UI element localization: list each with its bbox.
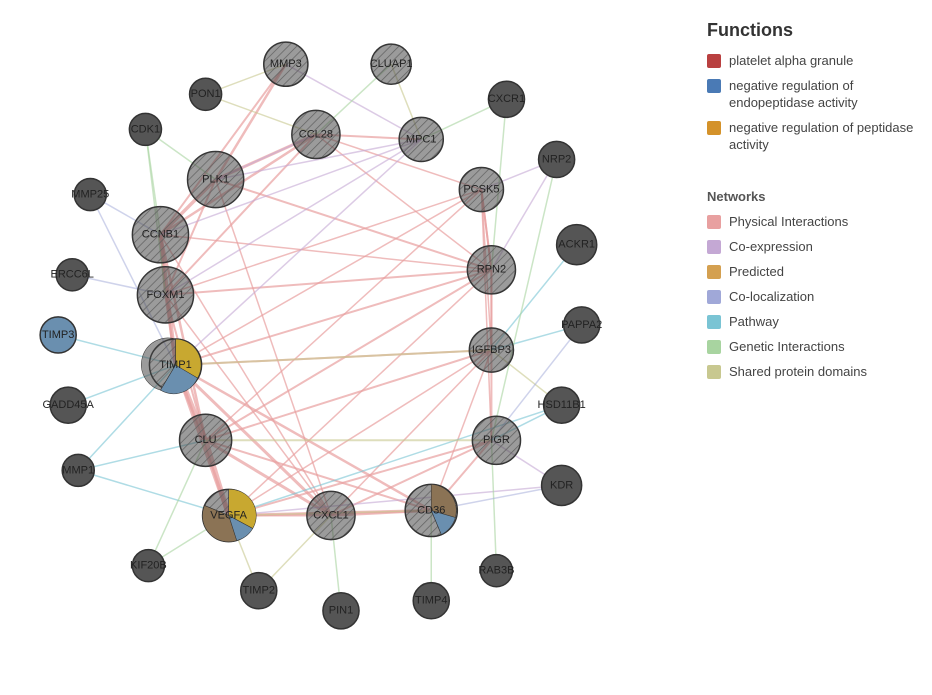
label-FOXM1: FOXM1 bbox=[147, 289, 185, 301]
label-CXCL1: CXCL1 bbox=[313, 509, 349, 521]
networks-title: Networks bbox=[707, 189, 917, 204]
label-CLU: CLU bbox=[195, 434, 217, 446]
label-RPN2: RPN2 bbox=[477, 264, 506, 276]
node-TIMP1[interactable]: TIMP1 bbox=[141, 338, 201, 394]
legend-color-pathway bbox=[707, 315, 721, 329]
label-TIMP1: TIMP1 bbox=[159, 359, 191, 371]
functions-title: Functions bbox=[707, 20, 917, 41]
legend-label-genetic: Genetic Interactions bbox=[729, 339, 845, 356]
legend-color-domains bbox=[707, 365, 721, 379]
legend-item-genetic: Genetic Interactions bbox=[707, 339, 917, 356]
legend-color-platelet bbox=[707, 54, 721, 68]
label-MMP3: MMP3 bbox=[270, 58, 302, 70]
network-area: PON1 CDK1 MMP25 ERCC6L TIMP3 GADD45A MMP… bbox=[0, 0, 692, 690]
legend-label-physical: Physical Interactions bbox=[729, 214, 848, 231]
label-ACKR1: ACKR1 bbox=[558, 239, 595, 251]
legend-label-colocalization: Co-localization bbox=[729, 289, 814, 306]
legend-color-colocalization bbox=[707, 290, 721, 304]
legend-item-colocalization: Co-localization bbox=[707, 289, 917, 306]
legend-label-peptidase: negative regulation of peptidase activit… bbox=[729, 120, 917, 154]
legend-item-predicted: Predicted bbox=[707, 264, 917, 281]
node-VEGFA[interactable]: VEGFA bbox=[202, 489, 256, 541]
label-TIMP3: TIMP3 bbox=[42, 329, 74, 341]
legend-color-endopeptidase bbox=[707, 79, 721, 93]
network-svg: PON1 CDK1 MMP25 ERCC6L TIMP3 GADD45A MMP… bbox=[0, 0, 692, 690]
legend-item-domains: Shared protein domains bbox=[707, 364, 917, 381]
label-MMP1: MMP1 bbox=[62, 464, 94, 476]
legend-label-pathway: Pathway bbox=[729, 314, 779, 331]
label-CDK1: CDK1 bbox=[131, 123, 160, 135]
label-KDR: KDR bbox=[550, 479, 573, 491]
label-CD36: CD36 bbox=[417, 504, 445, 516]
legend-area: Functions platelet alpha granule negativ… bbox=[692, 0, 932, 690]
legend-item-coexpression: Co-expression bbox=[707, 239, 917, 256]
node-CD36[interactable]: CD36 bbox=[405, 484, 457, 536]
legend-item-platelet: platelet alpha granule bbox=[707, 53, 917, 70]
label-MPC1: MPC1 bbox=[406, 133, 437, 145]
legend-item-pathway: Pathway bbox=[707, 314, 917, 331]
label-CCL28: CCL28 bbox=[299, 128, 333, 140]
legend-color-physical bbox=[707, 215, 721, 229]
label-MMP25: MMP25 bbox=[71, 188, 109, 200]
legend-label-domains: Shared protein domains bbox=[729, 364, 867, 381]
legend-label-platelet: platelet alpha granule bbox=[729, 53, 853, 70]
legend-color-coexpression bbox=[707, 240, 721, 254]
label-GADD45A: GADD45A bbox=[42, 399, 94, 411]
label-CLUAP1: CLUAP1 bbox=[370, 58, 413, 70]
label-NRP2: NRP2 bbox=[542, 153, 571, 165]
label-CCNB1: CCNB1 bbox=[142, 229, 179, 241]
label-CXCR1: CXCR1 bbox=[488, 93, 525, 105]
main-container: PON1 CDK1 MMP25 ERCC6L TIMP3 GADD45A MMP… bbox=[0, 0, 932, 690]
label-ERCC6L: ERCC6L bbox=[50, 269, 93, 281]
legend-label-coexpression: Co-expression bbox=[729, 239, 813, 256]
label-VEGFA: VEGFA bbox=[210, 509, 247, 521]
label-PIGR: PIGR bbox=[483, 434, 510, 446]
legend-item-physical: Physical Interactions bbox=[707, 214, 917, 231]
label-TIMP2: TIMP2 bbox=[243, 585, 275, 597]
legend-color-genetic bbox=[707, 340, 721, 354]
label-PAPPA2: PAPPA2 bbox=[561, 319, 602, 331]
legend-item-peptidase: negative regulation of peptidase activit… bbox=[707, 120, 917, 154]
legend-label-predicted: Predicted bbox=[729, 264, 784, 281]
label-PIN1: PIN1 bbox=[329, 605, 354, 617]
legend-color-peptidase bbox=[707, 121, 721, 135]
label-RAB3B: RAB3B bbox=[478, 565, 514, 577]
label-PCSK5: PCSK5 bbox=[463, 183, 499, 195]
label-HSD11B1: HSD11B1 bbox=[538, 399, 586, 411]
legend-label-endopeptidase: negative regulation of endopeptidase act… bbox=[729, 78, 917, 112]
label-TIMP4: TIMP4 bbox=[415, 595, 447, 607]
legend-color-predicted bbox=[707, 265, 721, 279]
label-IGFBP3: IGFBP3 bbox=[472, 344, 511, 356]
label-KIF20B: KIF20B bbox=[130, 560, 167, 572]
label-PON1: PON1 bbox=[191, 88, 221, 100]
label-PLK1: PLK1 bbox=[202, 173, 229, 185]
legend-item-endopeptidase: negative regulation of endopeptidase act… bbox=[707, 78, 917, 112]
